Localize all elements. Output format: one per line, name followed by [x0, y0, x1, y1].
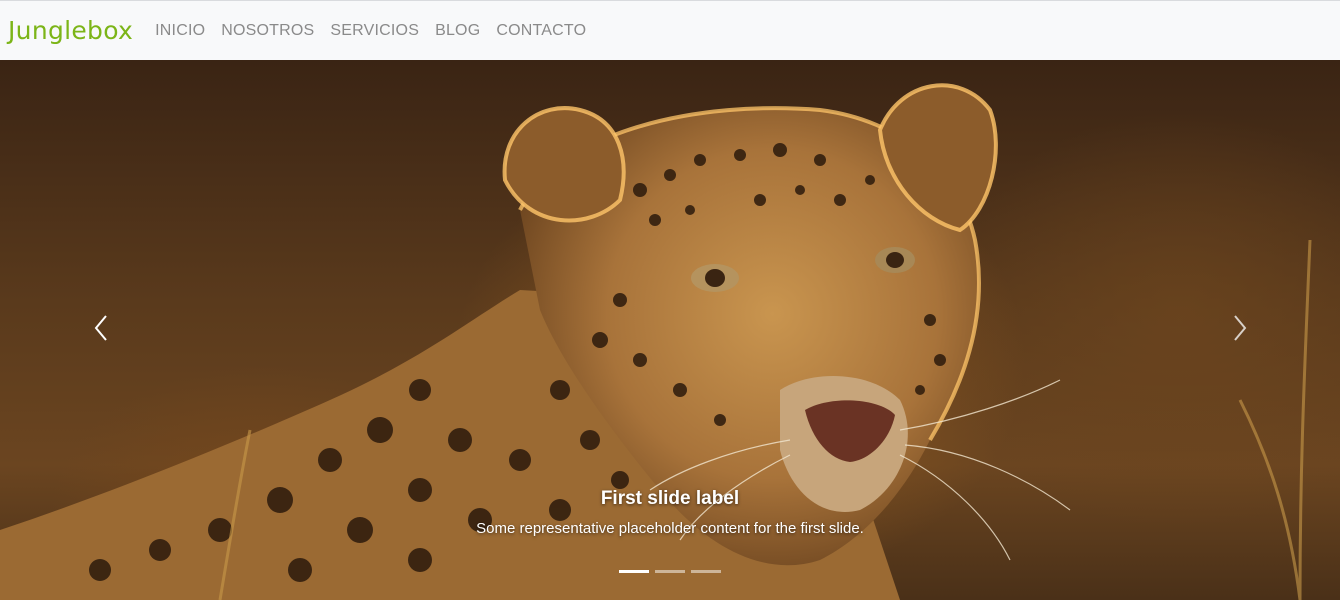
caption-title: First slide label	[600, 488, 740, 509]
chevron-left-icon	[91, 313, 111, 348]
nav-item-servicios[interactable]: SERVICIOS	[322, 1, 427, 61]
carousel-indicators	[0, 570, 1340, 573]
nav-item-nosotros[interactable]: NOSOTROS	[213, 1, 322, 61]
indicator-slide-1[interactable]	[619, 570, 649, 573]
hero-carousel: First slide label Some representative pl…	[0, 60, 1340, 600]
chevron-right-icon	[1230, 313, 1250, 348]
brand-logo[interactable]: Junglebox	[8, 18, 133, 43]
indicator-slide-2[interactable]	[655, 570, 685, 573]
nav-item-blog[interactable]: BLOG	[427, 1, 488, 61]
nav-item-contacto[interactable]: CONTACTO	[488, 1, 594, 61]
nav-item-inicio[interactable]: INICIO	[155, 1, 213, 61]
nav-menu: INICIO NOSOTROS SERVICIOS BLOG CONTACTO	[155, 1, 594, 61]
indicator-slide-3[interactable]	[691, 570, 721, 573]
caption-text: Some representative placeholder content …	[476, 520, 864, 537]
carousel-caption: First slide label Some representative pl…	[0, 488, 1340, 537]
navbar: Junglebox INICIO NOSOTROS SERVICIOS BLOG…	[0, 0, 1340, 60]
